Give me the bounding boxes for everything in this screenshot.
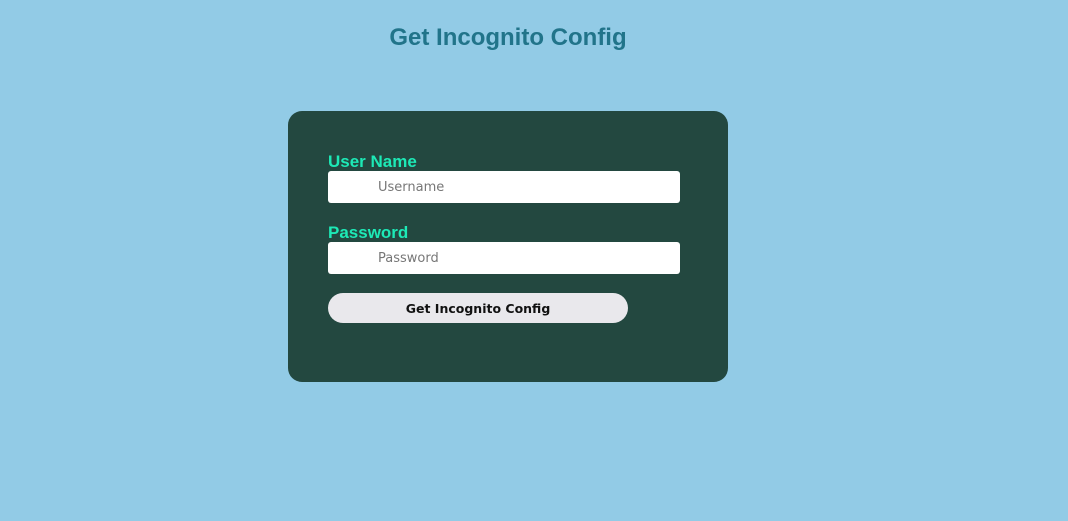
page: { "page": { "title": "Get Incognito Conf… — [0, 0, 1068, 521]
password-input[interactable] — [328, 242, 680, 274]
username-input[interactable] — [328, 171, 680, 203]
login-form-card: User Name Password Get Incognito Config — [288, 111, 728, 382]
get-incognito-config-button[interactable]: Get Incognito Config — [328, 293, 628, 323]
password-label: Password — [328, 223, 409, 242]
username-label: User Name — [328, 152, 417, 171]
page-title: Get Incognito Config — [389, 24, 627, 51]
